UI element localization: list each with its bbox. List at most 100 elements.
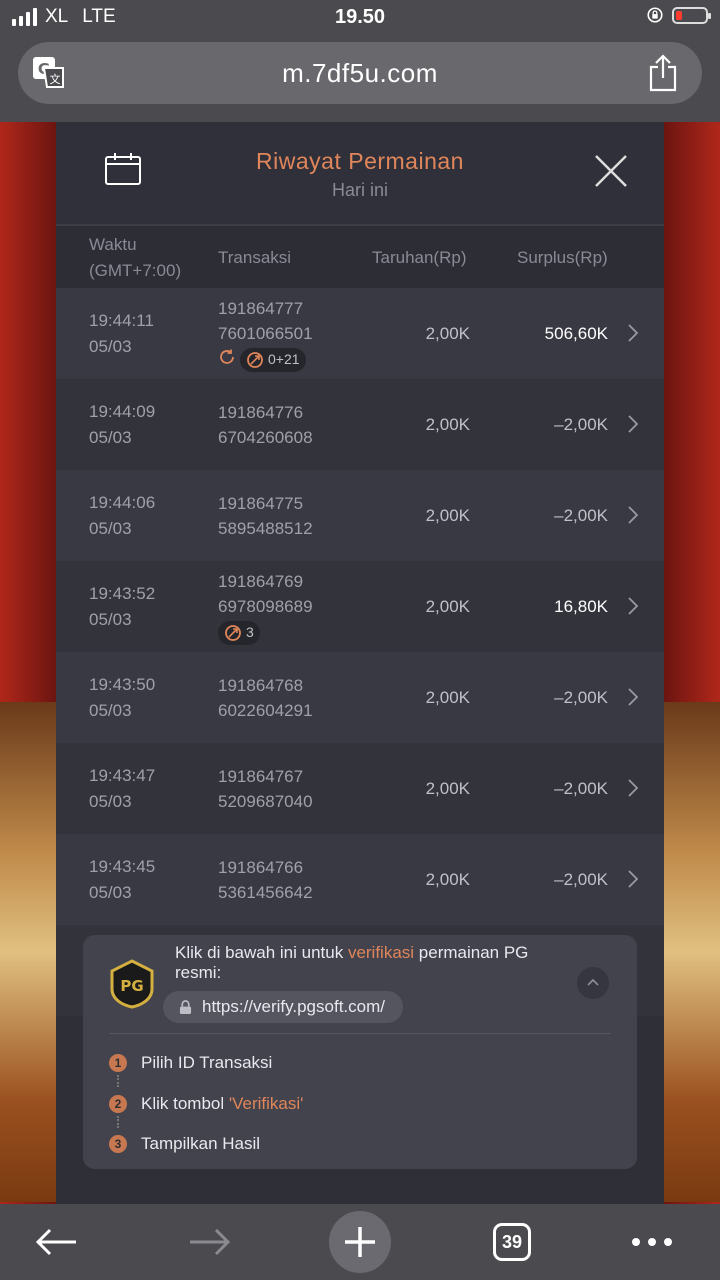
row-tx-id: 6978098689 [218,596,313,616]
step-connector [117,1075,121,1087]
table-row[interactable]: 19:43:45 05/03 191864766 5361456642 2,00K … [56,834,664,925]
arrow-left-icon [35,1228,76,1256]
chevron-right-icon[interactable] [628,324,638,342]
verification-card: PG Klik di bawah ini untuk verifikasi pe… [83,935,637,1169]
row-date: 05/03 [89,700,132,720]
row-surplus: –2,00K [554,869,608,889]
chevron-right-icon[interactable] [628,415,638,433]
more-menu-button[interactable] [628,1204,676,1280]
column-surplus: Surplus(Rp) [517,248,608,267]
rotation-lock-icon [647,7,663,23]
row-tx-id: 5361456642 [218,882,313,902]
row-tx-id: 191864769 [218,571,304,591]
spin-icon [225,624,241,641]
row-time: 19:43:47 [89,765,156,785]
row-bet: 2,00K [425,323,470,343]
row-surplus: –2,00K [554,414,608,434]
table-row[interactable]: 19:43:47 05/03 191864767 5209687040 2,00K … [56,743,664,834]
column-transaction: Transaksi [218,248,292,267]
row-tx-id: 191864775 [218,493,304,513]
table-row[interactable]: 19:43:50 05/03 191864768 6022604291 2,00K … [56,652,664,743]
row-bet: 2,00K [425,869,470,889]
row-tx-id: 7601066501 [218,323,313,343]
chevron-right-icon[interactable] [628,870,638,888]
row-tx-id: 191864776 [218,402,304,422]
chevron-right-icon[interactable] [628,506,638,524]
row-tx-id: 5895488512 [218,518,313,538]
collapse-button[interactable] [577,967,609,999]
url-text: m.7df5u.com [282,58,438,88]
table-header: Waktu (GMT+7:00) Transaksi Taruhan(Rp) S… [56,226,664,288]
tabs-button[interactable]: 39 [488,1204,536,1280]
row-tx-id: 191864766 [218,857,304,877]
plus-icon [345,1227,375,1257]
pg-logo: PG [110,959,154,1009]
chevron-up-icon [587,978,599,986]
verify-step: 1 Pilih ID Transaksi [109,1053,272,1073]
row-surplus: 506,60K [544,323,608,343]
table-row[interactable]: 19:44:09 05/03 191864776 6704260608 2,00K … [56,379,664,470]
row-date: 05/03 [89,882,132,902]
row-bet: 2,00K [425,687,470,707]
row-tx-id: 191864768 [218,675,304,695]
history-list: 19:44:11 05/03 191864777 7601066501 0+21 2… [56,288,664,1016]
row-time: 19:44:06 [89,492,156,512]
chevron-right-icon[interactable] [628,597,638,615]
svg-text:PG: PG [120,977,143,995]
column-time: Waktu (GMT+7:00) [89,235,182,280]
row-bet: 2,00K [425,414,470,434]
chevron-right-icon[interactable] [628,688,638,706]
row-time: 19:43:45 [89,856,156,876]
arrow-right-icon [190,1228,231,1256]
lock-icon [179,999,192,1014]
row-date: 05/03 [89,427,132,447]
panel-header: Riwayat Permainan Hari ini [56,122,664,226]
row-date: 05/03 [89,609,132,629]
spin-icon [247,351,263,368]
verification-link-word[interactable]: verifikasi [348,943,414,962]
table-row[interactable]: 19:44:06 05/03 191864775 5895488512 2,00K … [56,470,664,561]
row-surplus: –2,00K [554,778,608,798]
share-icon[interactable] [648,54,678,92]
row-surplus: 16,80K [554,596,608,616]
table-row[interactable]: 19:43:52 05/03 191864769 6978098689 3 2,00… [56,561,664,652]
forward-button[interactable] [184,1204,236,1280]
address-bar[interactable]: G 文 m.7df5u.com [18,42,702,104]
chevron-right-icon[interactable] [628,779,638,797]
browser-toolbar: 39 [0,1204,720,1280]
row-tx-id: 6022604291 [218,700,313,720]
divider [109,1033,611,1034]
row-bet: 2,00K [425,505,470,525]
free-spin-badge: 3 [218,620,260,645]
row-tx-id: 6704260608 [218,427,313,447]
row-time: 19:43:52 [89,583,156,603]
row-bet: 2,00K [425,596,470,616]
close-icon[interactable] [594,154,628,188]
free-spin-badge: 0+21 [240,347,306,372]
back-button[interactable] [30,1204,82,1280]
row-surplus: –2,00K [554,687,608,707]
row-time: 19:43:50 [89,674,156,694]
row-tx-id: 191864777 [218,298,304,318]
page-title: Riwayat Permainan [256,148,464,174]
new-tab-button[interactable] [329,1204,391,1280]
row-tx-id: 191864767 [218,766,304,786]
verify-url-link[interactable]: https://verify.pgsoft.com/ [163,991,403,1023]
column-bet: Taruhan(Rp) [372,248,467,267]
verify-step: 3 Tampilkan Hasil [109,1134,260,1154]
tab-count: 39 [493,1223,531,1261]
row-time: 19:44:11 [89,310,154,330]
refresh-icon [220,349,234,364]
background-decoration [664,702,720,1202]
verify-step: 2 Klik tombol 'Verifikasi' [109,1094,303,1114]
step-connector [117,1116,121,1128]
date-filter-label[interactable]: Hari ini [56,180,664,201]
row-time: 19:44:09 [89,401,156,421]
row-date: 05/03 [89,336,132,356]
clock: 19.50 [334,6,386,28]
table-row[interactable]: 19:44:11 05/03 191864777 7601066501 0+21 2… [56,288,664,379]
row-date: 05/03 [89,791,132,811]
status-bar: XL LTE 19.50 [0,0,720,38]
row-bet: 2,00K [425,778,470,798]
verification-text: Klik di bawah ini untuk verifikasi perma… [175,943,529,982]
